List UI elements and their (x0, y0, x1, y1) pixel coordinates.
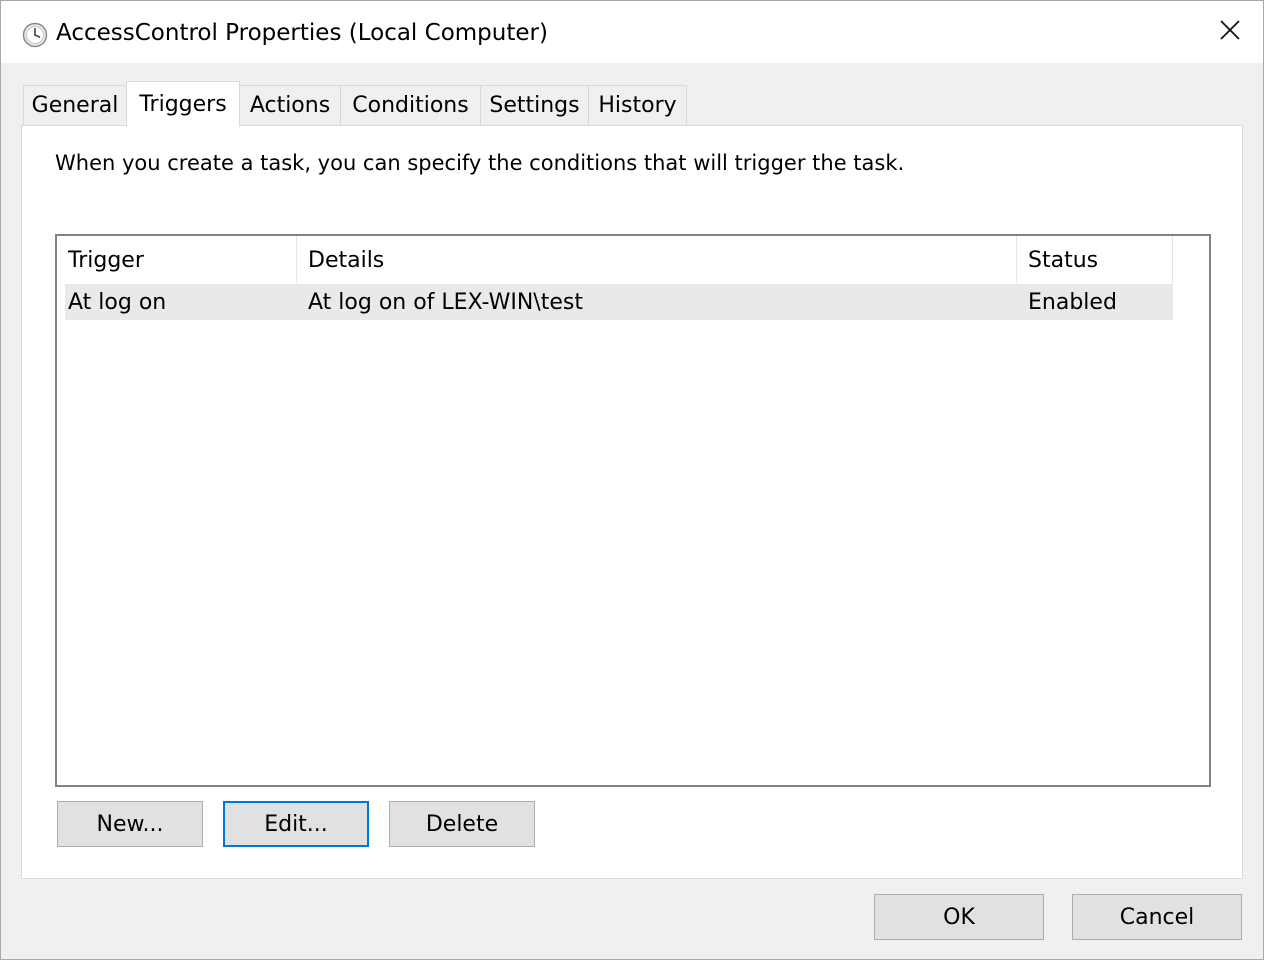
tab-general[interactable]: General (23, 85, 127, 125)
close-button[interactable] (1205, 9, 1255, 55)
triggers-description: When you create a task, you can specify … (55, 151, 905, 175)
properties-dialog: AccessControl Properties (Local Computer… (0, 0, 1264, 960)
tab-conditions[interactable]: Conditions (340, 85, 481, 125)
edit-trigger-button[interactable]: Edit... (223, 801, 369, 847)
tab-actions[interactable]: Actions (239, 85, 341, 125)
window-title: AccessControl Properties (Local Computer… (56, 20, 548, 46)
column-header-trigger[interactable]: Trigger (57, 236, 297, 283)
clock-icon (22, 22, 48, 48)
tab-history[interactable]: History (588, 85, 687, 125)
cell-details: At log on of LEX-WIN\test (308, 290, 583, 315)
cancel-button[interactable]: Cancel (1072, 894, 1242, 940)
column-header-status[interactable]: Status (1017, 236, 1173, 283)
triggers-list[interactable]: Trigger Details Status At log on At log … (55, 234, 1211, 787)
tab-settings[interactable]: Settings (480, 85, 589, 125)
table-row[interactable]: At log on At log on of LEX-WIN\test Enab… (65, 284, 1173, 320)
cell-trigger: At log on (68, 290, 167, 315)
delete-trigger-button[interactable]: Delete (389, 801, 535, 847)
title-bar[interactable]: AccessControl Properties (Local Computer… (1, 1, 1263, 63)
list-header: Trigger Details Status (57, 236, 1173, 283)
ok-button[interactable]: OK (874, 894, 1044, 940)
triggers-panel: When you create a task, you can specify … (21, 125, 1243, 879)
close-icon (1219, 19, 1241, 45)
cell-status: Enabled (1028, 290, 1117, 315)
column-header-details[interactable]: Details (297, 236, 1017, 283)
tab-triggers[interactable]: Triggers (126, 81, 240, 127)
new-trigger-button[interactable]: New... (57, 801, 203, 847)
